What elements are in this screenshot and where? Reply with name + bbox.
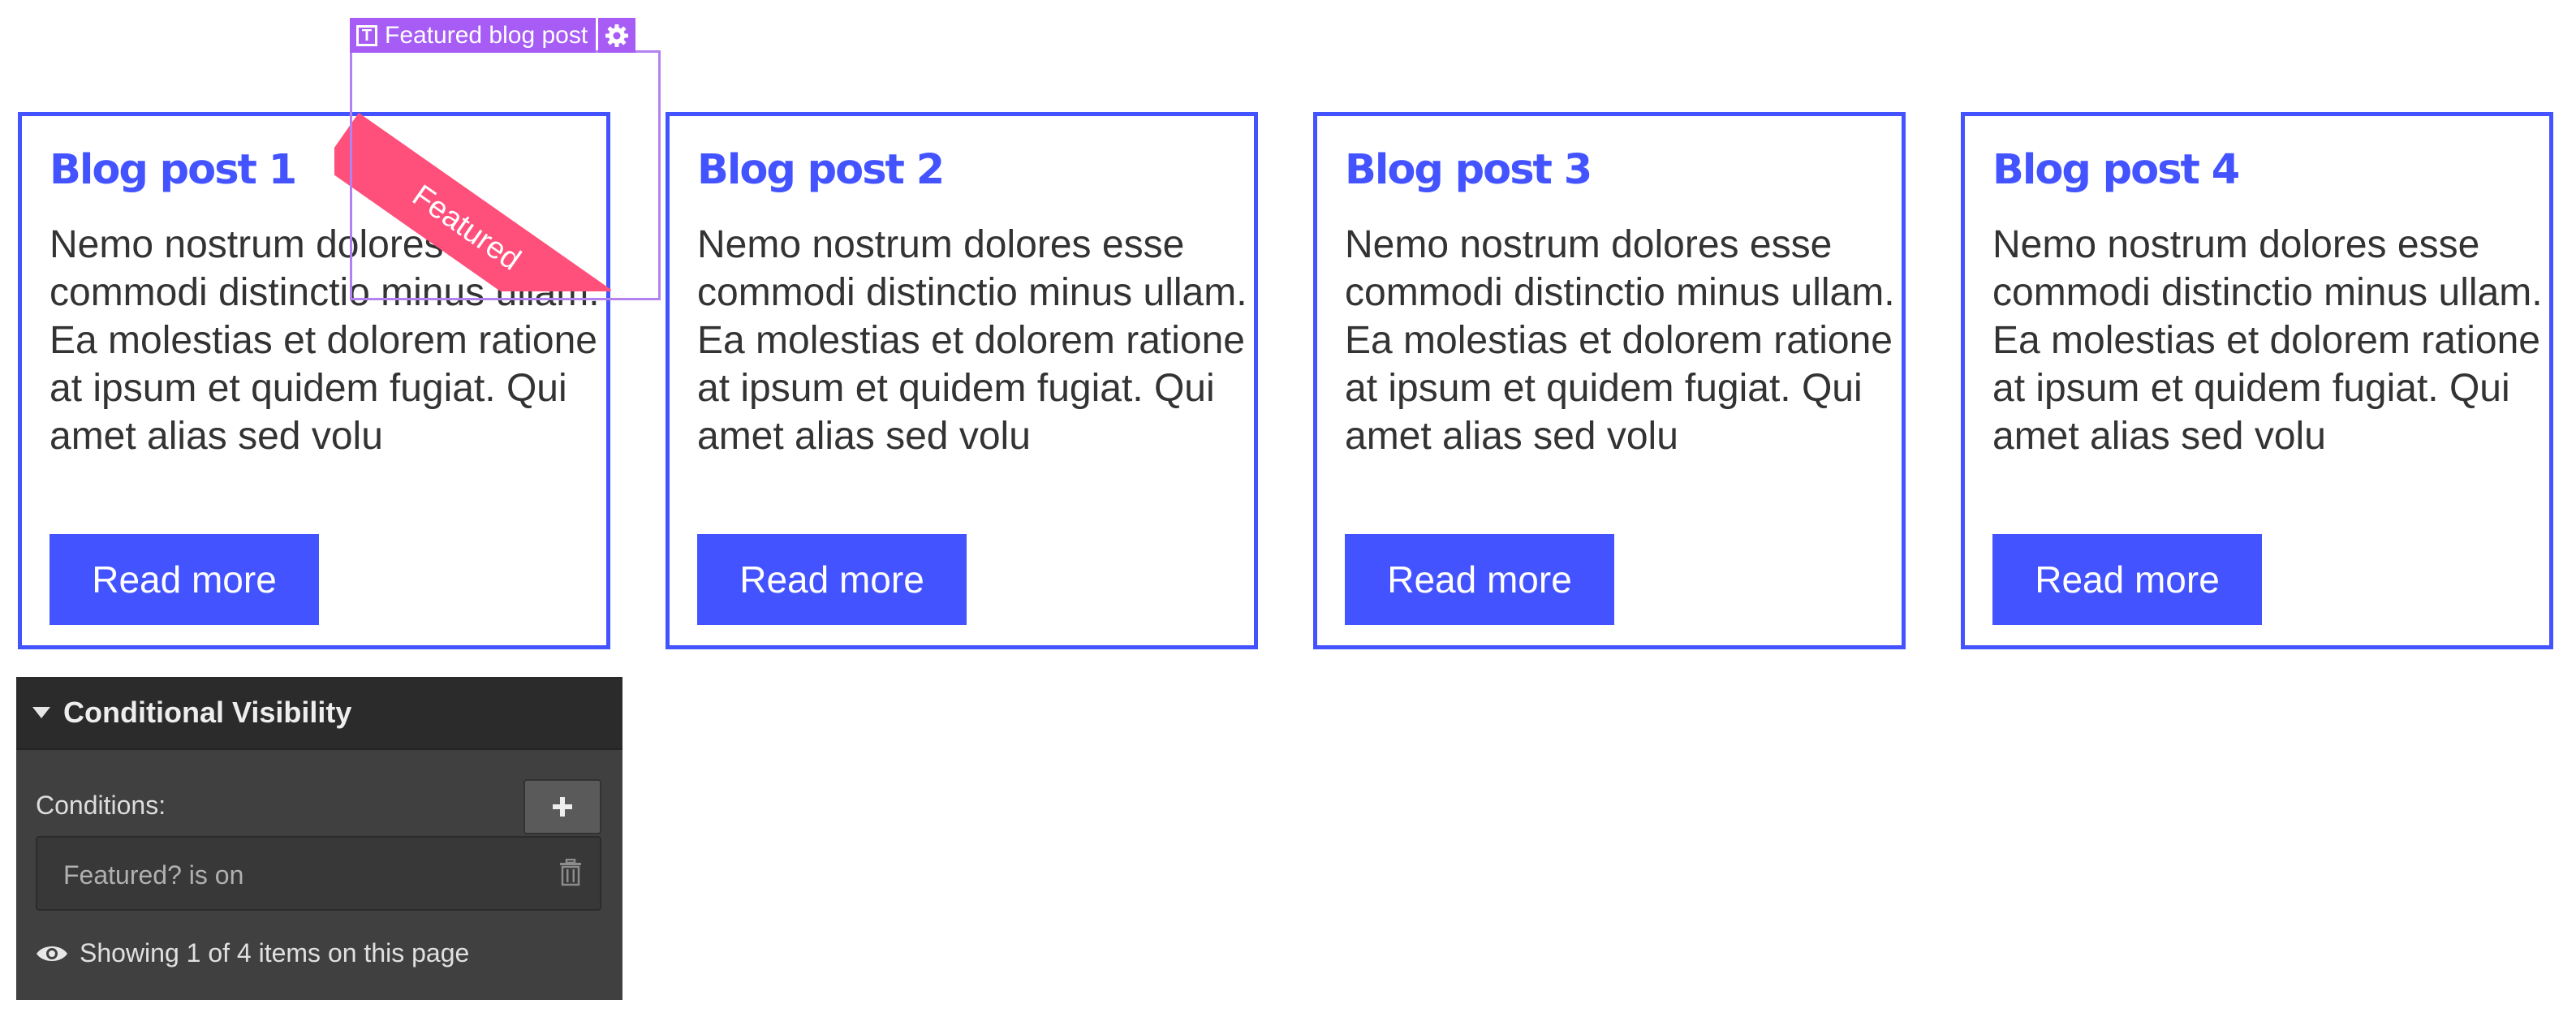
caret-down-icon[interactable] <box>32 707 50 718</box>
read-more-button[interactable]: Read more <box>1992 534 2262 625</box>
blog-card-1: Blog post 1 Nemo nostrum dolores esse co… <box>18 112 610 649</box>
card-body: Nemo nostrum dolores esse commodi distin… <box>1992 223 2543 458</box>
card-body: Nemo nostrum dolores esse commodi distin… <box>50 223 600 458</box>
selection-name: Featured blog post <box>385 21 588 49</box>
condition-text: Featured? is on <box>63 860 244 890</box>
text-block-icon: T <box>356 24 377 46</box>
blog-card-3: Blog post 3 Nemo nostrum dolores esse co… <box>1313 112 1906 649</box>
read-more-button[interactable]: Read more <box>697 534 967 625</box>
showing-count-text: Showing 1 of 4 items on this page <box>80 938 470 967</box>
blog-card-4: Blog post 4 Nemo nostrum dolores esse co… <box>1961 112 2553 649</box>
card-title: Blog post 1 <box>50 146 297 194</box>
blog-card-2: Blog post 2 Nemo nostrum dolores esse co… <box>666 112 1258 649</box>
conditions-label: Conditions: <box>36 791 166 820</box>
card-body: Nemo nostrum dolores esse commodi distin… <box>697 223 1247 458</box>
conditional-visibility-panel: Conditional Visibility Conditions: Featu… <box>16 677 622 1000</box>
eye-icon <box>37 946 67 961</box>
add-condition-button[interactable] <box>523 779 601 834</box>
card-title: Blog post 2 <box>697 146 945 194</box>
selection-name-tag[interactable]: T Featured blog post <box>350 18 597 53</box>
condition-item[interactable]: Featured? is on <box>36 836 601 911</box>
read-more-button[interactable]: Read more <box>50 534 319 625</box>
element-settings-button[interactable] <box>598 18 636 53</box>
plus-icon <box>553 797 572 817</box>
panel-header[interactable]: Conditional Visibility <box>16 677 622 750</box>
selection-label: T Featured blog post <box>350 18 636 53</box>
card-title: Blog post 4 <box>1992 146 2240 194</box>
trash-icon[interactable] <box>559 858 582 890</box>
card-body: Nemo nostrum dolores esse commodi distin… <box>1345 223 1895 458</box>
gear-icon <box>605 24 629 47</box>
panel-title: Conditional Visibility <box>63 696 352 729</box>
read-more-button[interactable]: Read more <box>1345 534 1614 625</box>
showing-status: Showing 1 of 4 items on this page <box>36 938 469 968</box>
card-title: Blog post 3 <box>1345 146 1592 194</box>
